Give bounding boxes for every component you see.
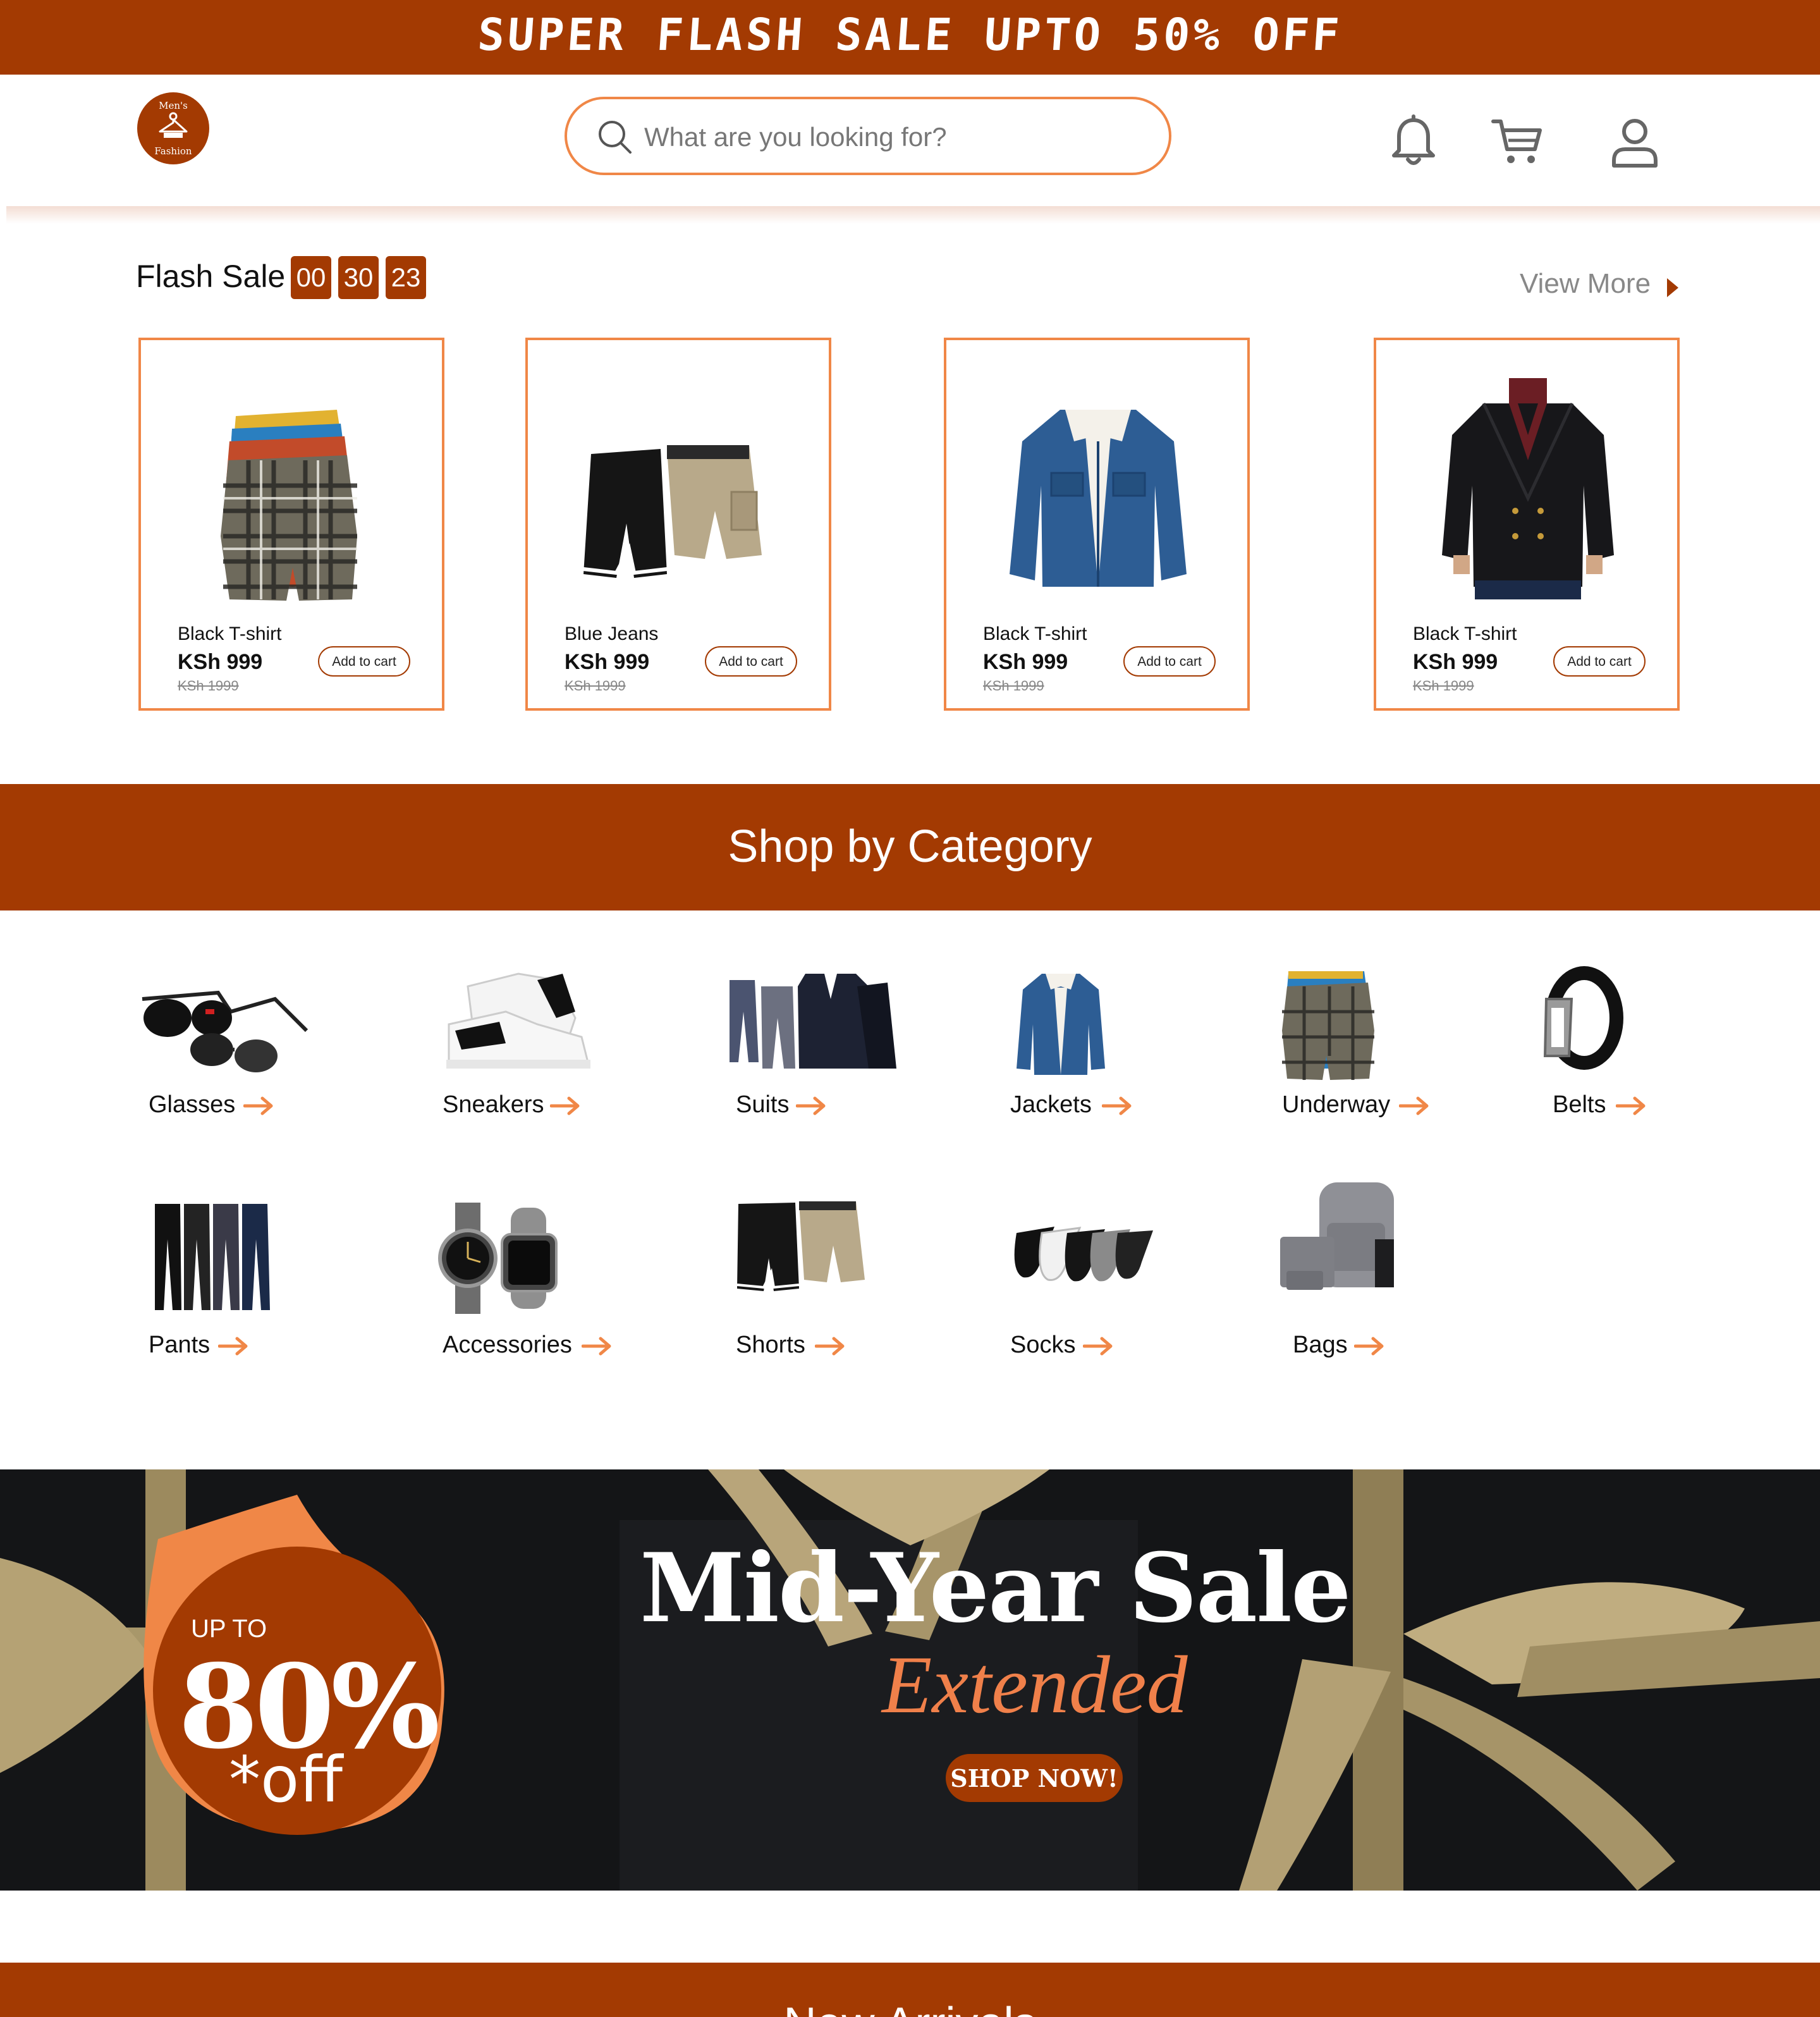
product-old-price: KSh 1999 — [983, 678, 1044, 694]
mid-year-subtitle: Extended — [882, 1640, 1188, 1731]
product-image-plaid-boxers — [221, 410, 357, 601]
arrow-right-icon — [1616, 1096, 1646, 1115]
arrow-right-icon — [796, 1096, 826, 1115]
arrow-right-icon — [218, 1337, 248, 1356]
logo[interactable]: Men's Fashion — [137, 92, 209, 164]
product-image-shorts — [583, 445, 762, 578]
watches-icon — [438, 1203, 558, 1314]
product-image-denim-jacket — [1010, 410, 1187, 587]
category-label: Underway — [1282, 1091, 1391, 1118]
new-arrivals-banner: New Arrivals — [0, 1963, 1820, 2017]
search-input[interactable] — [643, 114, 1139, 160]
category-item-accessories[interactable]: Accessories — [430, 1201, 657, 1410]
category-title: Shop by Category — [728, 821, 1092, 872]
product-price: KSh 999 — [1413, 650, 1498, 674]
cart-icon[interactable] — [1489, 114, 1546, 171]
arrow-right-icon — [582, 1337, 611, 1356]
category-item-pants[interactable]: Pants — [136, 1201, 363, 1410]
add-to-cart-button[interactable]: Add to cart — [1553, 646, 1646, 677]
arrow-right-icon — [815, 1337, 845, 1356]
user-icon[interactable] — [1606, 114, 1663, 171]
product-old-price: KSh 1999 — [178, 678, 239, 694]
product-image-black-blazer — [1442, 378, 1614, 599]
shop-now-button[interactable]: SHOP NOW! — [946, 1754, 1123, 1802]
category-item-glasses[interactable]: Glasses — [136, 961, 363, 1170]
category-item-sneakers[interactable]: Sneakers — [430, 961, 657, 1170]
product-price: KSh 999 — [565, 650, 650, 674]
backpack-icon — [1280, 1182, 1394, 1290]
denim-jacket-icon — [1017, 974, 1105, 1075]
product-name: Blue Jeans — [565, 623, 659, 644]
belt-icon — [1543, 966, 1623, 1070]
category-item-belts[interactable]: Belts — [1540, 961, 1768, 1170]
arrow-right-icon — [1399, 1096, 1429, 1115]
arrow-right-icon — [1354, 1337, 1384, 1356]
flash-sale-title: Flash Sale — [136, 259, 286, 294]
socks-icon — [1014, 1227, 1153, 1282]
sneakers-icon — [446, 972, 590, 1069]
search-bar[interactable] — [565, 97, 1171, 175]
logo-line-2: Fashion — [154, 145, 192, 157]
promo-bar: SUPER FLASH SALE UPTO 50% OFF — [0, 0, 1820, 75]
product-old-price: KSh 1999 — [1413, 678, 1474, 694]
add-to-cart-button[interactable]: Add to cart — [318, 646, 410, 677]
caret-right-icon[interactable] — [1665, 277, 1680, 298]
suits-icon — [730, 974, 896, 1069]
logo-line-1: Men's — [159, 100, 188, 111]
product-price: KSh 999 — [983, 650, 1068, 674]
hanger-icon — [159, 112, 188, 138]
arrow-right-icon — [1102, 1096, 1132, 1115]
category-label: Accessories — [443, 1332, 572, 1358]
category-label: Sneakers — [443, 1091, 544, 1118]
product-card[interactable]: Blue Jeans KSh 999 KSh 1999 Add to cart — [525, 338, 831, 711]
product-price: KSh 999 — [178, 650, 263, 674]
category-label: Socks — [1010, 1332, 1076, 1358]
category-item-jackets[interactable]: Jackets — [998, 961, 1225, 1170]
mid-year-title: Mid-Year Sale — [640, 1533, 1352, 1644]
category-label: Jackets — [1010, 1091, 1092, 1118]
promo-text: SUPER FLASH SALE UPTO 50% OFF — [476, 9, 1344, 61]
search-icon — [599, 121, 632, 154]
plaid-boxers-icon — [1282, 971, 1374, 1080]
category-item-shorts[interactable]: Shorts — [723, 1201, 951, 1410]
view-more-link[interactable]: View More — [1520, 268, 1651, 300]
timer-hours: 00 — [291, 256, 331, 299]
category-item-bags[interactable]: Bags — [1280, 1176, 1508, 1385]
product-card[interactable]: Black T-shirt KSh 999 KSh 1999 Add to ca… — [944, 338, 1250, 711]
sunglasses-icon — [142, 990, 308, 1072]
pants-icon — [155, 1204, 270, 1310]
product-card[interactable]: Black T-shirt KSh 999 KSh 1999 Add to ca… — [1374, 338, 1680, 711]
arrow-right-icon — [1083, 1337, 1113, 1356]
product-old-price: KSh 1999 — [565, 678, 626, 694]
add-to-cart-button[interactable]: Add to cart — [1123, 646, 1216, 677]
product-card[interactable]: Black T-shirt KSh 999 KSh 1999 Add to ca… — [138, 338, 444, 711]
shorts-icon — [736, 1201, 865, 1291]
category-label: Belts — [1553, 1091, 1606, 1118]
badge-off: *off — [229, 1743, 343, 1817]
add-to-cart-button[interactable]: Add to cart — [705, 646, 797, 677]
product-name: Black T-shirt — [1413, 623, 1517, 644]
mid-year-sale-banner: UP TO 80% *off Mid-Year Sale Extended SH… — [0, 1469, 1820, 1891]
category-item-suits[interactable]: Suits — [723, 961, 951, 1170]
header-divider — [6, 206, 1820, 224]
timer-seconds: 23 — [386, 256, 426, 299]
category-label: Suits — [736, 1091, 790, 1118]
category-banner: Shop by Category — [0, 784, 1820, 910]
bell-icon[interactable] — [1385, 114, 1442, 171]
category-label: Pants — [149, 1332, 211, 1358]
arrow-right-icon — [550, 1096, 580, 1115]
category-label: Bags — [1293, 1332, 1348, 1358]
category-label: Glasses — [149, 1091, 236, 1118]
product-name: Black T-shirt — [983, 623, 1087, 644]
arrow-right-icon — [243, 1096, 273, 1115]
category-item-socks[interactable]: Socks — [998, 1201, 1225, 1410]
timer-minutes: 30 — [338, 256, 379, 299]
product-name: Black T-shirt — [178, 623, 282, 644]
new-arrivals-title: New Arrivals — [0, 1998, 1820, 2017]
category-item-underway[interactable]: Underway — [1269, 961, 1497, 1170]
category-label: Shorts — [736, 1332, 805, 1358]
